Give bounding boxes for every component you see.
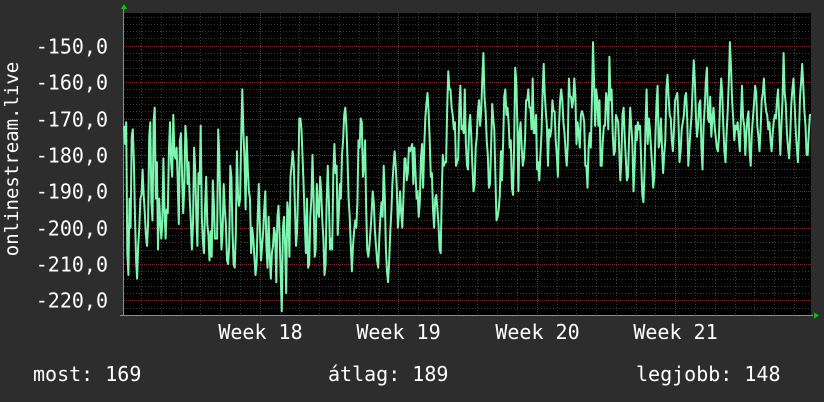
x-tick-label: Week 21	[633, 320, 717, 344]
best-value: 148	[744, 362, 781, 386]
current-label: most:	[33, 362, 94, 386]
x-tick-label: Week 18	[218, 320, 302, 344]
chart: -220,0 -210,0 -200,0 -190,0 -180,0 -170,0 -160…	[36, 4, 819, 344]
y-tick-label: -190,0	[36, 180, 108, 204]
y-tick-label: -160,0	[36, 71, 108, 95]
y-tick-label: -210,0	[36, 253, 108, 277]
y-tick-label: -220,0	[36, 289, 108, 313]
best-label: legjobb:	[636, 362, 733, 386]
x-tick-label: Week 19	[356, 320, 440, 344]
current-stat: most: 169	[33, 362, 141, 386]
x-axis-arrow	[814, 312, 819, 319]
average-label: átlag:	[328, 362, 401, 386]
y-tick-labels: -220,0 -210,0 -200,0 -190,0 -180,0 -170,0 -160…	[36, 35, 108, 313]
best-stat: legjobb: 148	[636, 362, 781, 386]
current-value: 169	[105, 362, 142, 386]
y-axis-label-text: onlinestream.live	[1, 61, 23, 257]
y-axis-label: onlinestream.live	[0, 8, 24, 310]
average-stat: átlag: 189	[328, 362, 448, 386]
y-tick-label: -150,0	[36, 35, 108, 59]
x-tick-labels: Week 18 Week 19 Week 20 Week 21	[218, 320, 717, 344]
average-value: 189	[412, 362, 449, 386]
x-tick-label: Week 20	[495, 320, 579, 344]
y-tick-label: -170,0	[36, 108, 108, 132]
y-tick-label: -200,0	[36, 217, 108, 241]
y-tick-label: -180,0	[36, 144, 108, 168]
y-axis-arrow	[121, 4, 127, 9]
